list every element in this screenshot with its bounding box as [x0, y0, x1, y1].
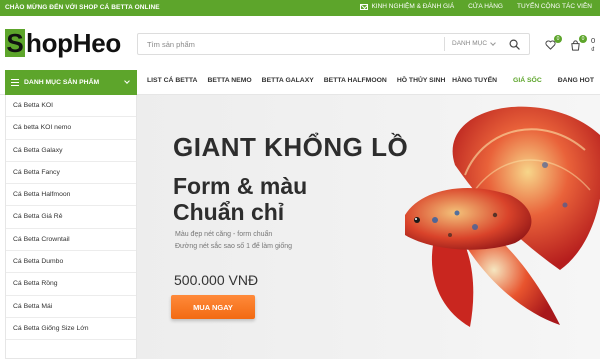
sidebar-item-betta-dragon[interactable]: Cá Betta Rồng [6, 273, 136, 296]
nav-selected-goods[interactable]: HÀNG TUYỂN [452, 77, 497, 84]
sidebar-item-betta-crowntail[interactable]: Cá Betta Crowntail [6, 229, 136, 252]
banner-description-1: Màu đẹp nét căng - form chuẩn [175, 231, 273, 238]
sidebar-item-betta-cheap[interactable]: Cá Betta Giá Rẻ [6, 206, 136, 229]
nav-betta-halfmoon[interactable]: BETTA HALFMOON [324, 77, 387, 84]
logo-text: hopHeo [26, 28, 121, 58]
sidebar-item-betta-halfmoon[interactable]: Cá Betta Halfmoon [6, 184, 136, 207]
nav-list-betta[interactable]: LIST CÁ BETTA [147, 77, 197, 84]
nav-betta-nemo[interactable]: BETTA NEMO [207, 77, 251, 84]
top-bar: CHÀO MỪNG ĐẾN VỚI SHOP CÁ BETTA ONLINE K… [0, 0, 600, 16]
sidebar-item-betta-dumbo[interactable]: Cá Betta Dumbo [6, 251, 136, 274]
category-select-label: DANH MỤC [452, 40, 488, 47]
sidebar-item-betta-fancy[interactable]: Cá Betta Fancy [6, 162, 136, 185]
cart-count: 0 [579, 34, 587, 43]
category-sidebar: Cá Betta KOI Cá betta KOI nemo Cá Betta … [5, 95, 137, 359]
nav-betta-galaxy[interactable]: BETTA GALAXY [262, 77, 314, 84]
hero-banner: GIANT KHỔNG LỒ Form & màu Chuẩn chỉ Màu … [137, 95, 600, 359]
betta-fish-image [405, 106, 600, 327]
sidebar-item-betta-koi-nemo[interactable]: Cá betta KOI nemo [6, 117, 136, 140]
banner-description-2: Đường nét sắc sao số 1 để làm giống [175, 243, 293, 250]
top-link-collaborator[interactable]: TUYỂN CỘNG TÁC VIÊN [517, 3, 592, 10]
top-link-reviews[interactable]: KINH NGHIỆM & ĐÁNH GIÁ [360, 3, 454, 10]
main-nav: DANH MỤC SẢN PHẨM LIST CÁ BETTA BETTA NE… [0, 68, 600, 95]
search-icon [509, 39, 520, 50]
chevron-down-icon [124, 78, 130, 84]
search-button[interactable] [499, 34, 529, 54]
banner-price: 500.000 VNĐ [174, 272, 259, 288]
banner-headline: GIANT KHỔNG LỒ [173, 132, 409, 162]
logo-initial: S [5, 28, 25, 58]
nav-shock-price[interactable]: GIÁ SỐC [513, 77, 542, 84]
top-link-store[interactable]: CỬA HÀNG [468, 3, 503, 10]
category-menu-label: DANH MỤC SẢN PHẨM [24, 79, 100, 86]
mail-icon [360, 3, 369, 10]
search-input[interactable] [138, 34, 443, 54]
site-header: S hopHeo DANH MỤC 0 0 [0, 16, 600, 68]
sidebar-item-betta-breeding[interactable]: Cá Betta Giống Size Lớn [6, 318, 136, 341]
menu-icon [11, 79, 19, 86]
banner-subheadline-1: Form & màu [173, 173, 308, 199]
secondary-menu: HÀNG TUYỂN GIÁ SỐC ĐANG HOT [436, 77, 594, 84]
sidebar-item-betta-koi[interactable]: Cá Betta KOI [6, 95, 136, 118]
primary-menu: LIST CÁ BETTA BETTA NEMO BETTA GALAXY BE… [147, 77, 455, 84]
sidebar-item-betta-galaxy[interactable]: Cá Betta Galaxy [6, 140, 136, 162]
chevron-down-icon [490, 40, 496, 46]
buy-now-button[interactable]: MUA NGAY [171, 295, 255, 319]
cart-total[interactable]: 0 ₫ [591, 36, 600, 54]
nav-trending[interactable]: ĐANG HOT [558, 77, 594, 84]
search-bar: DANH MỤC [137, 33, 530, 55]
category-select[interactable]: DANH MỤC [444, 37, 499, 51]
wishlist-button[interactable]: 0 [545, 35, 562, 50]
logo[interactable]: S hopHeo [5, 29, 121, 57]
top-links: KINH NGHIỆM & ĐÁNH GIÁ CỬA HÀNG TUYỂN CỘ… [360, 3, 592, 10]
wishlist-count: 0 [554, 35, 562, 43]
header-icons: 0 0 0 ₫ [545, 34, 600, 54]
category-menu-button[interactable]: DANH MỤC SẢN PHẨM [5, 70, 137, 95]
cart-button[interactable]: 0 [570, 34, 587, 51]
welcome-text: CHÀO MỪNG ĐẾN VỚI SHOP CÁ BETTA ONLINE [5, 4, 160, 11]
sidebar-item-betta-female[interactable]: Cá Betta Mái [6, 296, 136, 318]
banner-subheadline-2: Chuẩn chỉ [173, 199, 285, 225]
